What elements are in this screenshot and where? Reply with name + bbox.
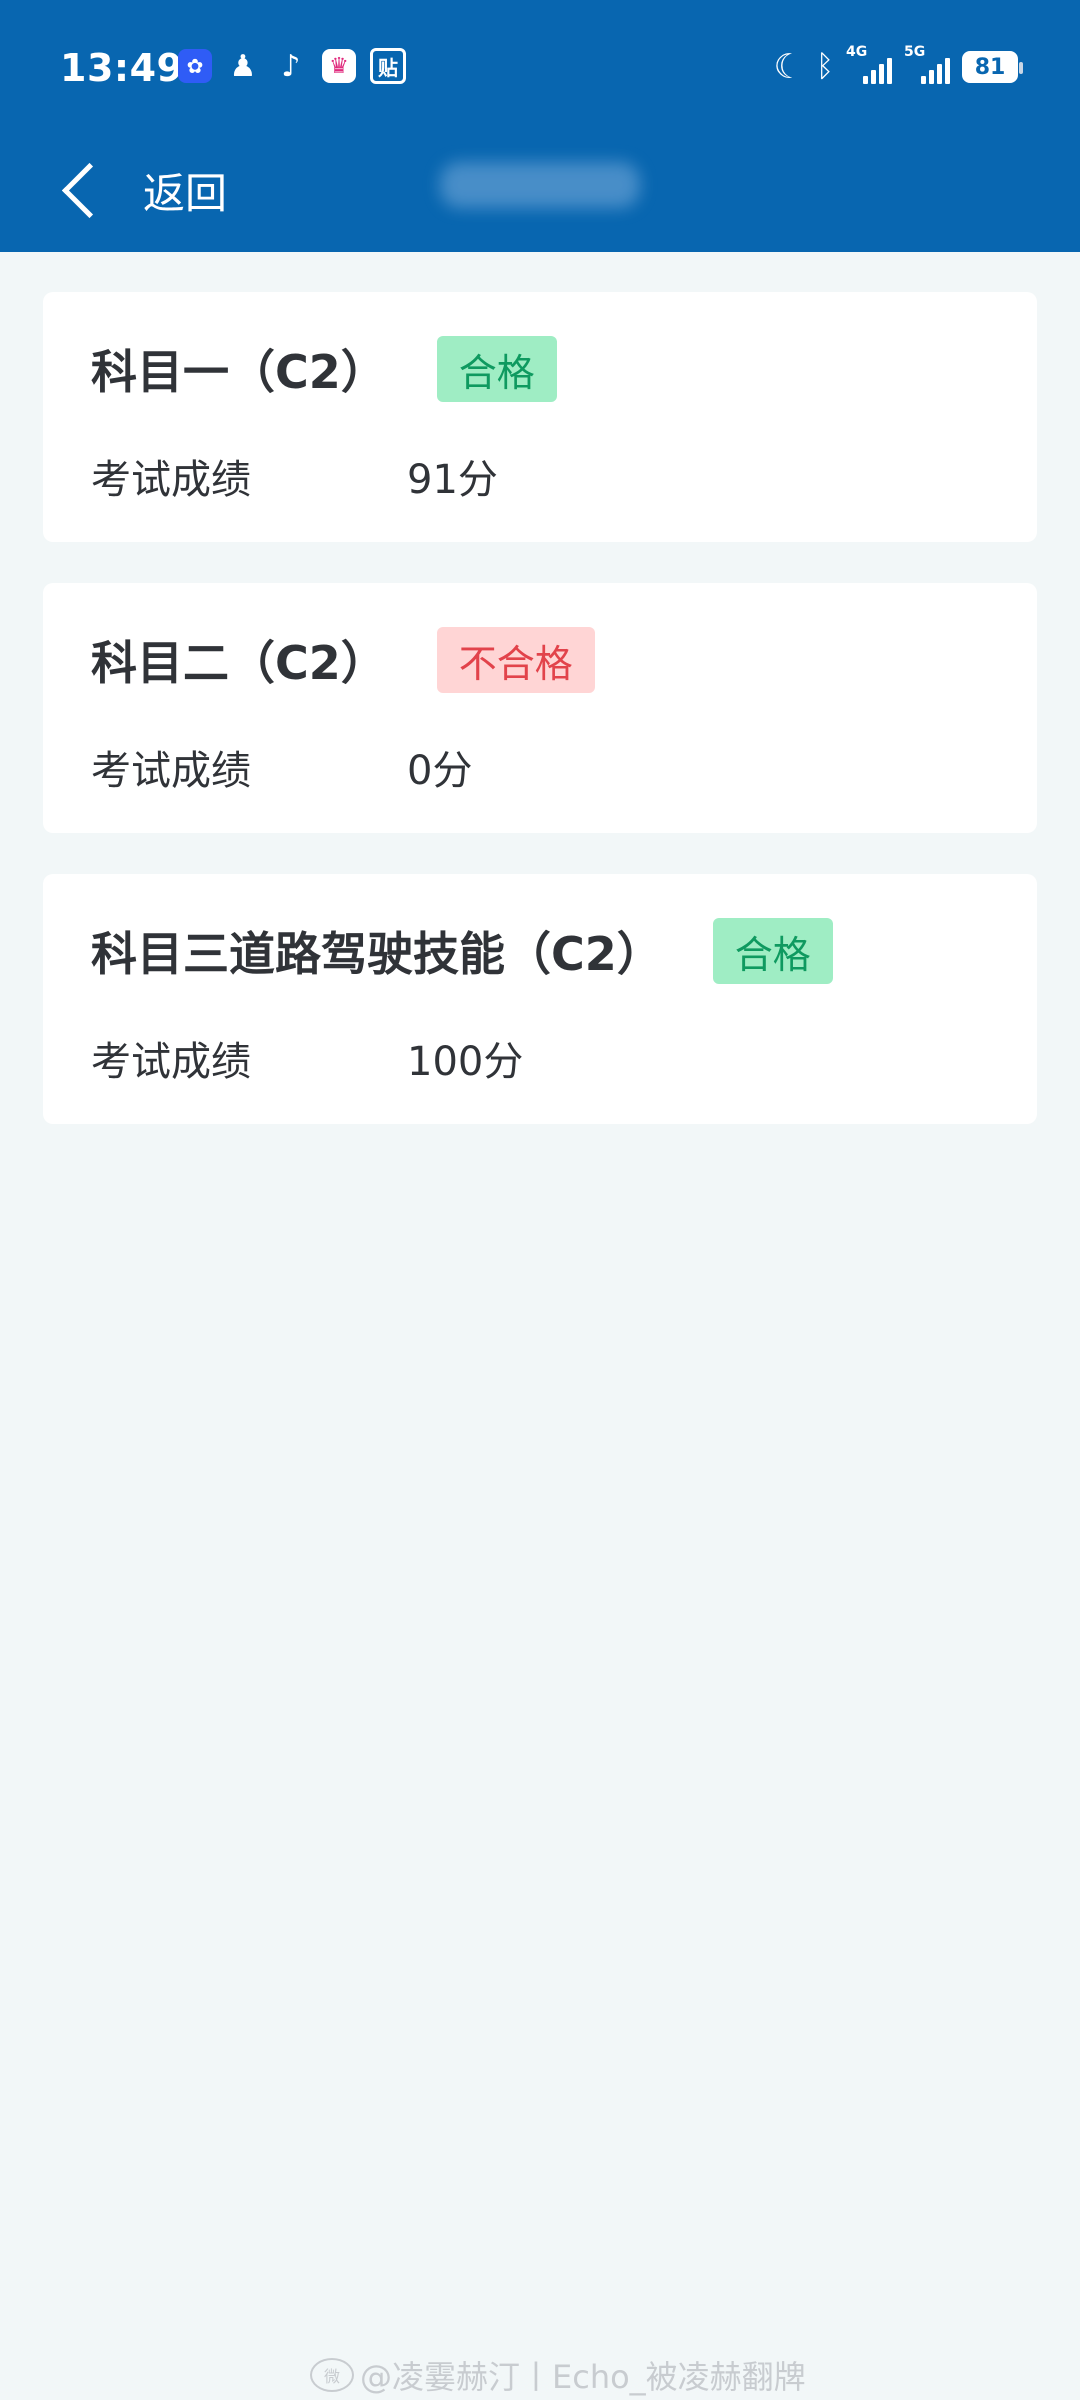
signal-4g-icon: 4G [846, 44, 892, 84]
weibo-icon: 微 [310, 2358, 354, 2392]
exam-card: 科目三道路驾驶技能（C2） 合格 考试成绩 100分 [43, 874, 1037, 1124]
exam-card: 科目一（C2） 合格 考试成绩 91分 [43, 292, 1037, 542]
status-time: 13:49 [60, 46, 184, 90]
status-app-icons: ✿ ♟ ♪ ♛ 贴 [178, 48, 406, 84]
qq-icon: ♟ [229, 48, 257, 84]
status-badge: 合格 [436, 336, 557, 402]
tiktok-icon: ♪ [281, 48, 301, 84]
chevron-left-icon [61, 162, 118, 219]
exam-card: 科目二（C2） 不合格 考试成绩 0分 [43, 583, 1037, 833]
status-badge: 不合格 [436, 627, 595, 693]
baidu-icon: ✿ [178, 49, 212, 83]
exam-title: 科目三道路驾驶技能（C2） [91, 927, 663, 981]
score-value: 91分 [407, 457, 498, 503]
status-indicators: ☾ ᛒ 4G 5G 81 [773, 44, 1023, 87]
app-header: 13:49 ✿ ♟ ♪ ♛ 贴 ☾ ᛒ 4G 5G 81 返回 [0, 0, 1080, 252]
score-label: 考试成绩 [91, 1039, 251, 1085]
bluetooth-icon: ᛒ [816, 49, 834, 84]
status-badge: 合格 [712, 918, 833, 984]
battery-icon: 81 [962, 51, 1023, 83]
back-button[interactable]: 返回 [58, 160, 227, 221]
exam-title: 科目一（C2） [91, 345, 387, 399]
blurred-page-title [440, 162, 640, 208]
back-label: 返回 [143, 169, 228, 218]
score-label: 考试成绩 [91, 457, 251, 503]
watermark: 微 @凌霎赫汀丨Echo_被凌赫翻牌 [310, 2352, 806, 2398]
score-value: 0分 [407, 748, 473, 794]
moon-icon: ☾ [773, 47, 804, 87]
score-label: 考试成绩 [91, 748, 251, 794]
watermark-text: @凌霎赫汀丨Echo_被凌赫翻牌 [360, 2358, 806, 2396]
signal-5g-icon: 5G [904, 44, 950, 84]
exam-title: 科目二（C2） [91, 636, 387, 690]
score-value: 100分 [407, 1039, 524, 1085]
crown-app-icon: ♛ [322, 49, 356, 83]
tieba-icon: 贴 [370, 48, 406, 84]
